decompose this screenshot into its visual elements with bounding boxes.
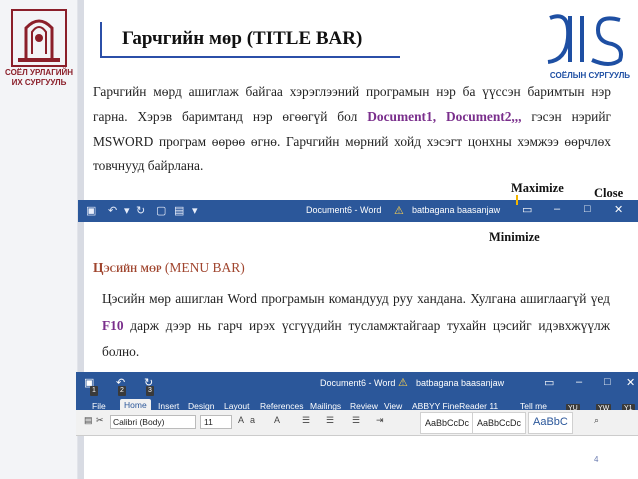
customize-toolbar-icon[interactable]: ▾ xyxy=(192,205,198,217)
ribbon-minimize-icon[interactable]: – xyxy=(576,376,582,388)
maximize-label: Maximize xyxy=(511,181,564,195)
maximize-icon[interactable]: □ xyxy=(584,203,591,215)
school-logo-right xyxy=(547,14,623,66)
print-preview-icon[interactable]: ▤ xyxy=(174,205,184,217)
style-heading1[interactable]: AaBbC xyxy=(528,412,573,434)
title-block: Гарчгийн мөр (TITLE BAR) xyxy=(100,22,400,62)
close-label: Close xyxy=(594,186,624,200)
font-size-select[interactable]: 11 xyxy=(200,415,232,429)
ribbon-document-title: Document6 - Word xyxy=(320,378,396,388)
logo-left-caption: СОЁЛ УРЛАГИЙН ИХ СУРГУУЛЬ xyxy=(5,68,73,87)
undo-icon[interactable]: ↶ xyxy=(108,205,117,217)
para2-text-2: дарж дээр нь гарч ирэх үсгүүдийн тусламж… xyxy=(102,317,610,360)
ribbon-warning-icon: ⚠ xyxy=(398,377,408,389)
new-document-icon[interactable]: ▢ xyxy=(156,205,166,217)
ribbon-user-name[interactable]: batbagana baasanjaw xyxy=(416,378,504,388)
numbering-icon[interactable]: ☰ xyxy=(326,415,334,426)
menu-bar-heading: Цэсийн мөр (MENU BAR) xyxy=(93,260,245,276)
ribbon-options-icon[interactable]: ▭ xyxy=(522,203,532,216)
paste-icon[interactable]: ▤ xyxy=(84,415,93,426)
title-accent-line xyxy=(100,22,102,58)
menu-heading-caps: Цэсийн мөр xyxy=(93,260,162,275)
find-icon[interactable]: ⌕ xyxy=(594,415,599,426)
bullets-icon[interactable]: ☰ xyxy=(302,415,310,426)
menu-bar-description: Цэсийн мөр ашиглан Word програмын команд… xyxy=(102,286,610,366)
multilevel-list-icon[interactable]: ☰ xyxy=(352,415,360,426)
font-color-icon[interactable]: A xyxy=(274,415,280,425)
page-title: Гарчгийн мөр (TITLE BAR) xyxy=(122,28,363,49)
minimize-icon[interactable]: – xyxy=(554,203,560,215)
shrink-font-icon[interactable]: a xyxy=(250,415,255,425)
redo-icon[interactable]: ↻ xyxy=(136,205,145,217)
undo-dropdown-icon[interactable]: ▾ xyxy=(124,205,130,217)
user-name[interactable]: batbagana baasanjaw xyxy=(412,205,500,215)
para2-text-1: Цэсийн мөр ашиглан Word програмын команд… xyxy=(102,291,610,306)
word-ribbon-screenshot: ▣ ↶ ↻ Document6 - Word ⚠ batbagana baasa… xyxy=(76,372,638,436)
style-no-spacing[interactable]: AaBbCcDc xyxy=(472,412,527,434)
minimize-label: Minimize xyxy=(489,230,540,244)
para1-highlight: Document1, Document2,,, xyxy=(367,108,522,124)
style-normal[interactable]: AaBbCcDc xyxy=(420,412,475,434)
document-title: Document6 - Word xyxy=(306,205,382,215)
key-tip: 2 xyxy=(118,386,126,396)
key-tip: 1 xyxy=(90,386,98,396)
save-icon[interactable]: ▣ xyxy=(86,205,96,217)
ribbon-options-icon-2[interactable]: ▭ xyxy=(544,376,554,389)
ribbon-title-area: ▣ ↶ ↻ Document6 - Word ⚠ batbagana baasa… xyxy=(76,372,638,420)
university-logo-left xyxy=(11,9,67,67)
page-number: 4 xyxy=(594,455,599,464)
warning-icon: ⚠ xyxy=(394,205,404,217)
word-title-bar: ▣ ↶ ▾ ↻ ▢ ▤ ▾ Document6 - Word ⚠ batbaga… xyxy=(78,200,638,222)
ribbon-close-icon[interactable]: ✕ xyxy=(626,376,635,389)
indent-icon[interactable]: ⇥ xyxy=(376,415,384,426)
para2-highlight: F10 xyxy=(102,317,124,333)
maximize-pointer xyxy=(516,195,518,205)
logo-right-caption: СОЁЛЫН СУРГУУЛЬ xyxy=(549,71,631,80)
font-family-select[interactable]: Calibri (Body) xyxy=(110,415,196,429)
ribbon-maximize-icon[interactable]: □ xyxy=(604,376,611,388)
grow-font-icon[interactable]: A xyxy=(238,415,244,425)
format-painter-icon[interactable]: ✂ xyxy=(96,415,104,426)
menu-heading-plain: (MENU BAR) xyxy=(161,260,245,275)
key-tip: 3 xyxy=(146,386,154,396)
title-bar-description: Гарчгийн мөрд ашиглаж байгаа хэрэглээний… xyxy=(93,80,611,179)
title-underline xyxy=(100,56,400,58)
close-icon[interactable]: ✕ xyxy=(614,203,623,216)
